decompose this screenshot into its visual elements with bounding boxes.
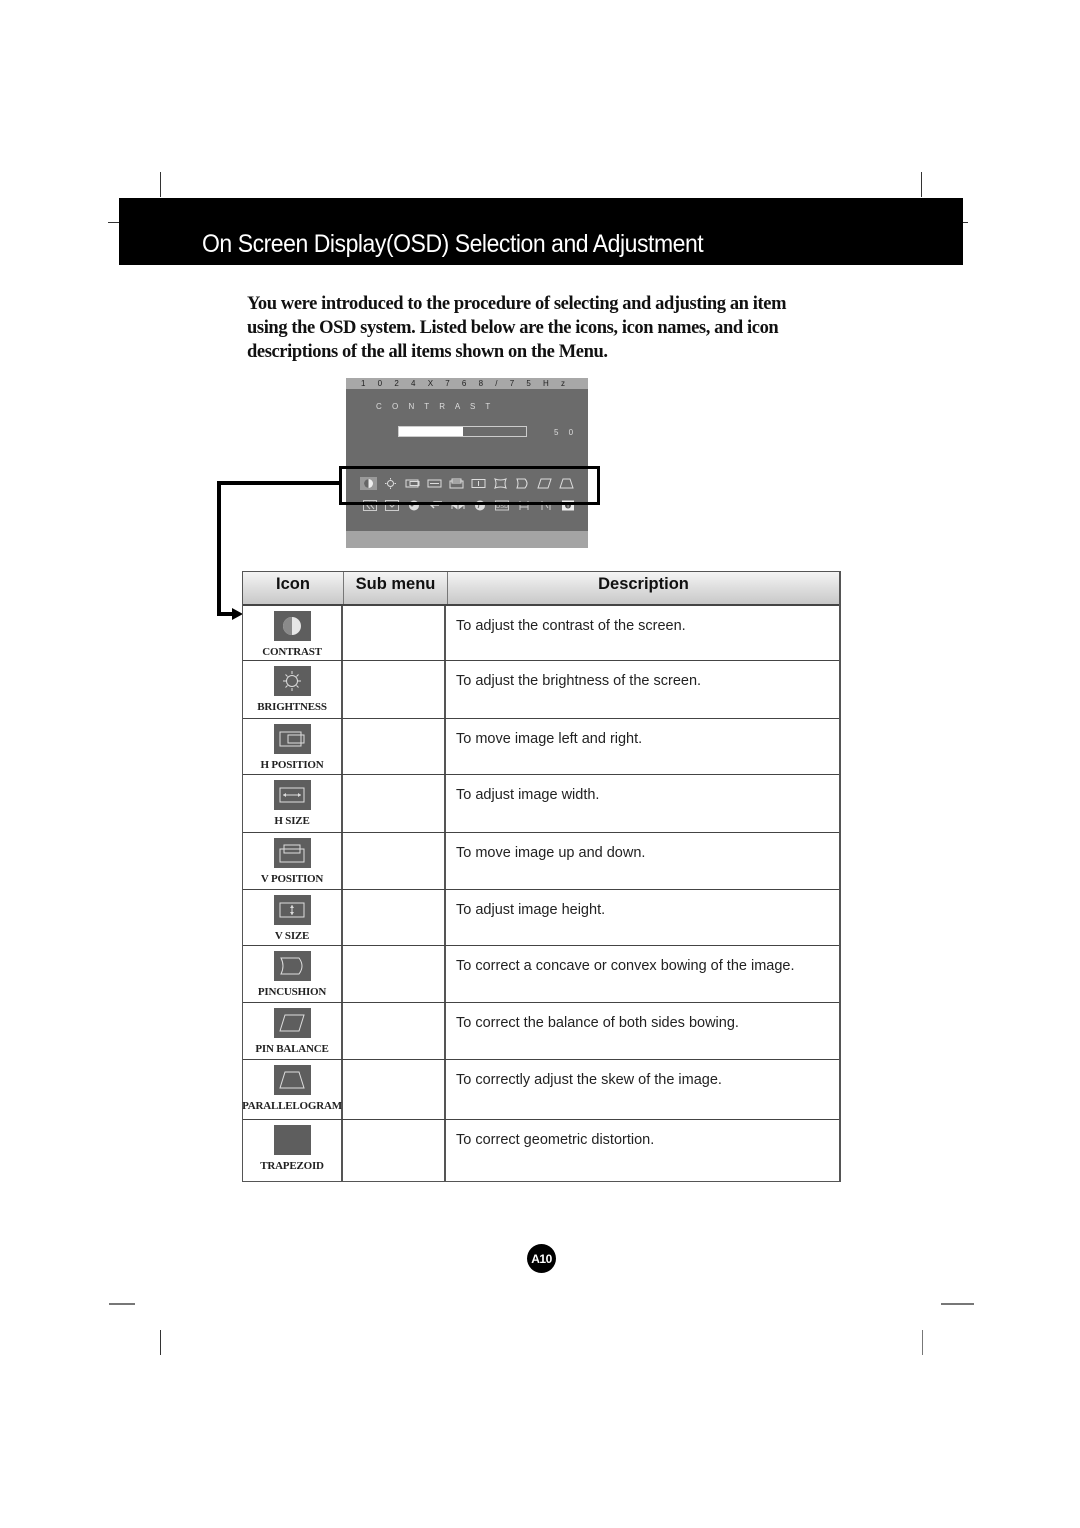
description-cell: To move image up and down.	[456, 845, 646, 861]
description-cell: To correct a concave or convex bowing of…	[456, 958, 795, 974]
crop-mark	[941, 1303, 974, 1305]
submenu-cell	[343, 890, 446, 945]
icon-cell: PINCUSHION	[243, 946, 343, 1002]
osd-value-bar[interactable]	[398, 426, 527, 437]
osd-item-name: C O N T R A S T	[376, 402, 495, 411]
page-title: On Screen Display(OSD) Selection and Adj…	[202, 230, 704, 258]
icon-label: TRAPEZOID	[260, 1160, 324, 1172]
description-cell: To correct the balance of both sides bow…	[456, 1015, 739, 1031]
description-cell: To move image left and right.	[456, 731, 643, 747]
icon-cell: H POSITION	[243, 719, 343, 774]
intro-paragraph: You were introduced to the procedure of …	[247, 294, 787, 362]
osd-screen: 1 0 2 4 X 7 6 8 / 7 5 H z C O N T R A S …	[346, 378, 588, 548]
submenu-cell	[343, 1120, 446, 1181]
trapezoid-icon	[273, 1125, 311, 1155]
icon-label: CONTRAST	[262, 646, 322, 658]
v-size-icon	[273, 895, 311, 925]
submenu-cell	[343, 1060, 446, 1119]
submenu-cell	[343, 775, 446, 832]
submenu-cell	[343, 661, 446, 718]
icon-label: V SIZE	[274, 930, 310, 942]
selection-highlight-frame	[339, 466, 600, 505]
icon-label: PARALLELOGRAM	[242, 1100, 342, 1112]
icon-label: BRIGHTNESS	[257, 701, 327, 713]
crop-mark	[160, 1330, 161, 1355]
contrast-icon	[273, 611, 311, 641]
icon-cell: CONTRAST	[243, 606, 343, 660]
osd-resolution: 1 0 2 4 X 7 6 8 / 7 5 H z	[361, 379, 571, 388]
description-cell: To correctly adjust the skew of the imag…	[456, 1072, 722, 1088]
submenu-cell	[343, 606, 446, 660]
description-cell: To adjust the brightness of the screen.	[456, 673, 702, 689]
description-cell: To adjust the contrast of the screen.	[456, 618, 686, 634]
table-row: PARALLELOGRAM To correctly adjust the ske…	[242, 1060, 839, 1120]
icon-cell: PIN BALANCE	[243, 1003, 343, 1059]
icon-label: V POSITION	[260, 873, 324, 885]
column-header-icon: Icon	[243, 572, 344, 604]
table-row: V SIZE To adjust image height.	[243, 890, 839, 946]
column-header-submenu: Sub menu	[344, 572, 448, 604]
table-row: CONTRAST To adjust the contrast of the sc…	[243, 606, 839, 661]
pincushion-icon	[273, 951, 311, 981]
crop-mark	[109, 1303, 135, 1305]
table-row: BRIGHTNESS To adjust the brightness of th…	[243, 661, 839, 719]
crop-mark	[922, 1330, 923, 1355]
osd-resolution-bar: 1 0 2 4 X 7 6 8 / 7 5 H z	[346, 378, 588, 389]
icon-label: PIN BALANCE	[255, 1043, 329, 1055]
table-row: TRAPEZOID To correct geometric distortion…	[243, 1120, 839, 1181]
h-size-icon	[273, 780, 311, 810]
crop-mark	[921, 172, 922, 197]
column-header-description: Description	[598, 575, 689, 593]
submenu-cell	[343, 1003, 446, 1059]
table-row: H POSITION To move image left and right.	[243, 719, 839, 775]
table-header: Icon Sub menu Description	[243, 572, 839, 606]
crop-mark	[963, 222, 968, 223]
icon-cell: H SIZE	[243, 775, 343, 832]
icon-cell: V SIZE	[243, 890, 343, 945]
brightness-icon	[273, 666, 311, 696]
crop-mark	[160, 172, 161, 197]
icon-label: H SIZE	[274, 815, 310, 827]
table-row: PIN BALANCE To correct the balance of bot…	[243, 1003, 839, 1060]
description-cell: To adjust image width.	[456, 787, 600, 803]
icon-label: H POSITION	[260, 759, 324, 771]
table-row: PINCUSHION To correct a concave or convex…	[243, 946, 839, 1003]
icon-cell: TRAPEZOID	[243, 1120, 343, 1181]
submenu-cell	[343, 719, 446, 774]
crop-mark	[108, 222, 119, 223]
icon-cell: PARALLELOGRAM	[242, 1060, 343, 1119]
pin-balance-icon	[273, 1008, 311, 1038]
icon-table: Icon Sub menu Description CONTRAST To adj…	[242, 571, 841, 1182]
description-cell: To correct geometric distortion.	[456, 1132, 655, 1148]
description-cell: To adjust image height.	[456, 902, 606, 918]
osd-value-fill	[399, 427, 463, 436]
osd-bottom-bar	[346, 531, 588, 548]
page-number-badge: A10	[527, 1244, 556, 1273]
h-position-icon	[273, 724, 311, 754]
submenu-cell	[343, 833, 446, 889]
parallelogram-icon	[273, 1065, 311, 1095]
submenu-cell	[343, 946, 446, 1002]
table-row: H SIZE To adjust image width.	[243, 775, 839, 833]
table-row: V POSITION To move image up and down.	[243, 833, 839, 890]
icon-cell: V POSITION	[243, 833, 343, 889]
osd-value: 5 0	[554, 428, 578, 437]
icon-label: PINCUSHION	[257, 986, 327, 998]
icon-cell: BRIGHTNESS	[243, 661, 343, 718]
section-header: On Screen Display(OSD) Selection and Adj…	[119, 198, 963, 265]
v-position-icon	[273, 838, 311, 868]
